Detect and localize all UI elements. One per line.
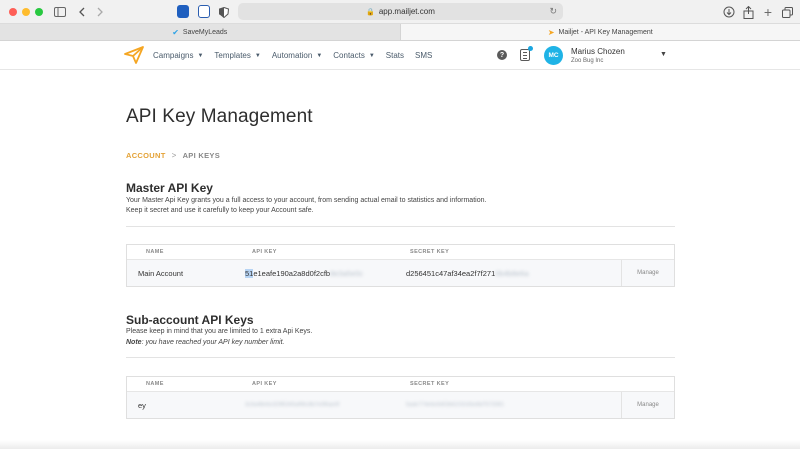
- column-name: NAME: [146, 381, 164, 387]
- sub-key-table: NAME API KEY SECRET KEY ey 3c9a48e6e329f…: [126, 376, 675, 419]
- close-window-button[interactable]: [9, 8, 17, 16]
- tab-mailjet[interactable]: ➤ Mailjet - API Key Management: [399, 24, 800, 40]
- tab-overview-icon[interactable]: [779, 4, 795, 20]
- sidebar-toggle-icon[interactable]: [52, 4, 68, 20]
- user-menu-caret-icon[interactable]: ▼: [660, 51, 667, 58]
- api-key-redacted[interactable]: 3c9a48e6e329f5345af96c8b7e0f6ae0f: [245, 402, 339, 408]
- nav-sms[interactable]: SMS: [415, 51, 432, 60]
- table-row: Main Account 51e1eafe190a2a8d0f2cfb8e3a5…: [127, 260, 674, 286]
- tab-savemyleads[interactable]: ✔ SaveMyLeads: [0, 24, 400, 40]
- back-icon[interactable]: [74, 4, 90, 20]
- new-tab-icon[interactable]: +: [760, 4, 776, 20]
- column-secret-key: SECRET KEY: [410, 249, 450, 255]
- paper-plane-icon: ➤: [547, 27, 555, 37]
- master-description: Your Master Api Key grants you a full ac…: [126, 197, 487, 204]
- column-api-key: API KEY: [252, 249, 277, 255]
- table-header: NAME API KEY SECRET KEY: [127, 377, 674, 392]
- user-company: Zoo Bug Inc: [571, 58, 604, 64]
- nav-label: Automation: [271, 51, 313, 60]
- zoom-window-button[interactable]: [35, 8, 43, 16]
- master-description-2: Keep it secret and use it carefully to k…: [126, 207, 314, 214]
- lock-icon: 🔒: [366, 8, 375, 16]
- column-name: NAME: [146, 249, 164, 255]
- manage-button[interactable]: Manage: [621, 392, 674, 418]
- nav-label: Stats: [385, 51, 405, 60]
- caret-down-icon: ▼: [254, 52, 261, 59]
- nav-contacts[interactable]: Contacts ▼: [333, 51, 375, 60]
- table-header: NAME API KEY SECRET KEY: [127, 245, 674, 260]
- tab-bar: ✔ SaveMyLeads ➤ Mailjet - API Key Manage…: [0, 24, 800, 41]
- nav-templates[interactable]: Templates ▼: [214, 51, 260, 60]
- user-name[interactable]: Marius Chozen: [571, 47, 625, 56]
- nav-stats[interactable]: Stats: [386, 51, 404, 60]
- downloads-icon[interactable]: [721, 4, 737, 20]
- caret-down-icon: ▼: [368, 52, 375, 59]
- tab-title: SaveMyLeads: [182, 28, 228, 36]
- column-api-key: API KEY: [252, 381, 277, 387]
- caret-down-icon: ▼: [197, 52, 204, 59]
- divider: [126, 357, 675, 358]
- column-secret-key: SECRET KEY: [410, 381, 450, 387]
- app-navbar: Campaigns ▼ Templates ▼ Automation ▼ Contac…: [0, 41, 800, 70]
- nav-label: Campaigns: [153, 51, 194, 60]
- main-menu: Campaigns ▼ Templates ▼ Automation ▼ Contac…: [153, 41, 432, 70]
- nav-label: Templates: [214, 51, 251, 60]
- window-controls: [9, 8, 43, 16]
- master-section-title: Master API Key: [126, 181, 213, 195]
- secret-key-value[interactable]: d256451c47af34ea2f7f2710b4b8e6a: [406, 269, 529, 278]
- avatar[interactable]: MC: [544, 46, 563, 65]
- reload-icon[interactable]: ↻: [549, 6, 557, 17]
- sub-description: Please keep in mind that you are limited…: [126, 328, 313, 335]
- secret-key-redacted: 0b4b8e6a: [495, 269, 529, 278]
- share-icon[interactable]: [740, 4, 756, 20]
- tab-title: Mailjet - API Key Management: [558, 28, 653, 36]
- privacy-shield-icon[interactable]: [198, 5, 210, 18]
- api-key-text: e1eafe190a2a8d0f2cfb: [253, 269, 331, 278]
- url-text: app.mailjet.com: [378, 7, 435, 16]
- help-icon[interactable]: ?: [497, 50, 507, 60]
- reader-shield-icon[interactable]: [216, 4, 232, 20]
- breadcrumb-current: API KEYS: [182, 151, 221, 160]
- caret-down-icon: ▼: [316, 52, 323, 59]
- mailjet-logo-icon[interactable]: [124, 46, 144, 64]
- master-key-table: NAME API KEY SECRET KEY Main Account 51e…: [126, 244, 675, 287]
- breadcrumb-account-link[interactable]: ACCOUNT: [126, 151, 166, 160]
- divider: [126, 226, 675, 227]
- breadcrumb-separator: >: [171, 151, 177, 160]
- page-title: API Key Management: [126, 106, 313, 127]
- address-bar[interactable]: 🔒 app.mailjet.com ↻: [238, 3, 563, 20]
- nav-automation[interactable]: Automation ▼: [272, 51, 322, 60]
- secret-key-redacted[interactable]: 5ade774e6e0d53b6219166e8d7572081: [406, 402, 504, 408]
- nav-label: Contacts: [333, 51, 365, 60]
- table-row: ey 3c9a48e6e329f5345af96c8b7e0f6ae0f 5ad…: [127, 392, 674, 418]
- nav-label: SMS: [415, 51, 433, 60]
- minimize-window-button[interactable]: [22, 8, 30, 16]
- sub-section-title: Sub-account API Keys: [126, 313, 254, 327]
- forward-icon[interactable]: [92, 4, 108, 20]
- note-text: : you have reached your API key number l…: [141, 339, 285, 346]
- manage-button[interactable]: Manage: [621, 260, 674, 286]
- api-key-value[interactable]: 51e1eafe190a2a8d0f2cfb8e3a5e0c: [245, 269, 363, 278]
- notifications-icon[interactable]: [520, 46, 533, 61]
- sub-note: Note: you have reached your API key numb…: [126, 338, 284, 349]
- note-label: Note: [126, 339, 142, 346]
- api-key-redacted: 8e3a5e0c: [330, 269, 364, 278]
- account-name: Main Account: [138, 269, 184, 278]
- checkmark-icon: ✔: [172, 27, 179, 37]
- browser-toolbar: 🔒 app.mailjet.com ↻ +: [0, 0, 800, 24]
- account-name: ey: [138, 401, 146, 410]
- notification-badge: [528, 46, 533, 51]
- secret-key-text: d256451c47af34ea2f7f271: [406, 269, 496, 278]
- nav-campaigns[interactable]: Campaigns ▼: [153, 51, 203, 60]
- extension-shield-icon[interactable]: [177, 5, 189, 18]
- breadcrumb: ACCOUNT > API KEYS: [126, 151, 220, 160]
- page-footer-shadow: [0, 440, 800, 449]
